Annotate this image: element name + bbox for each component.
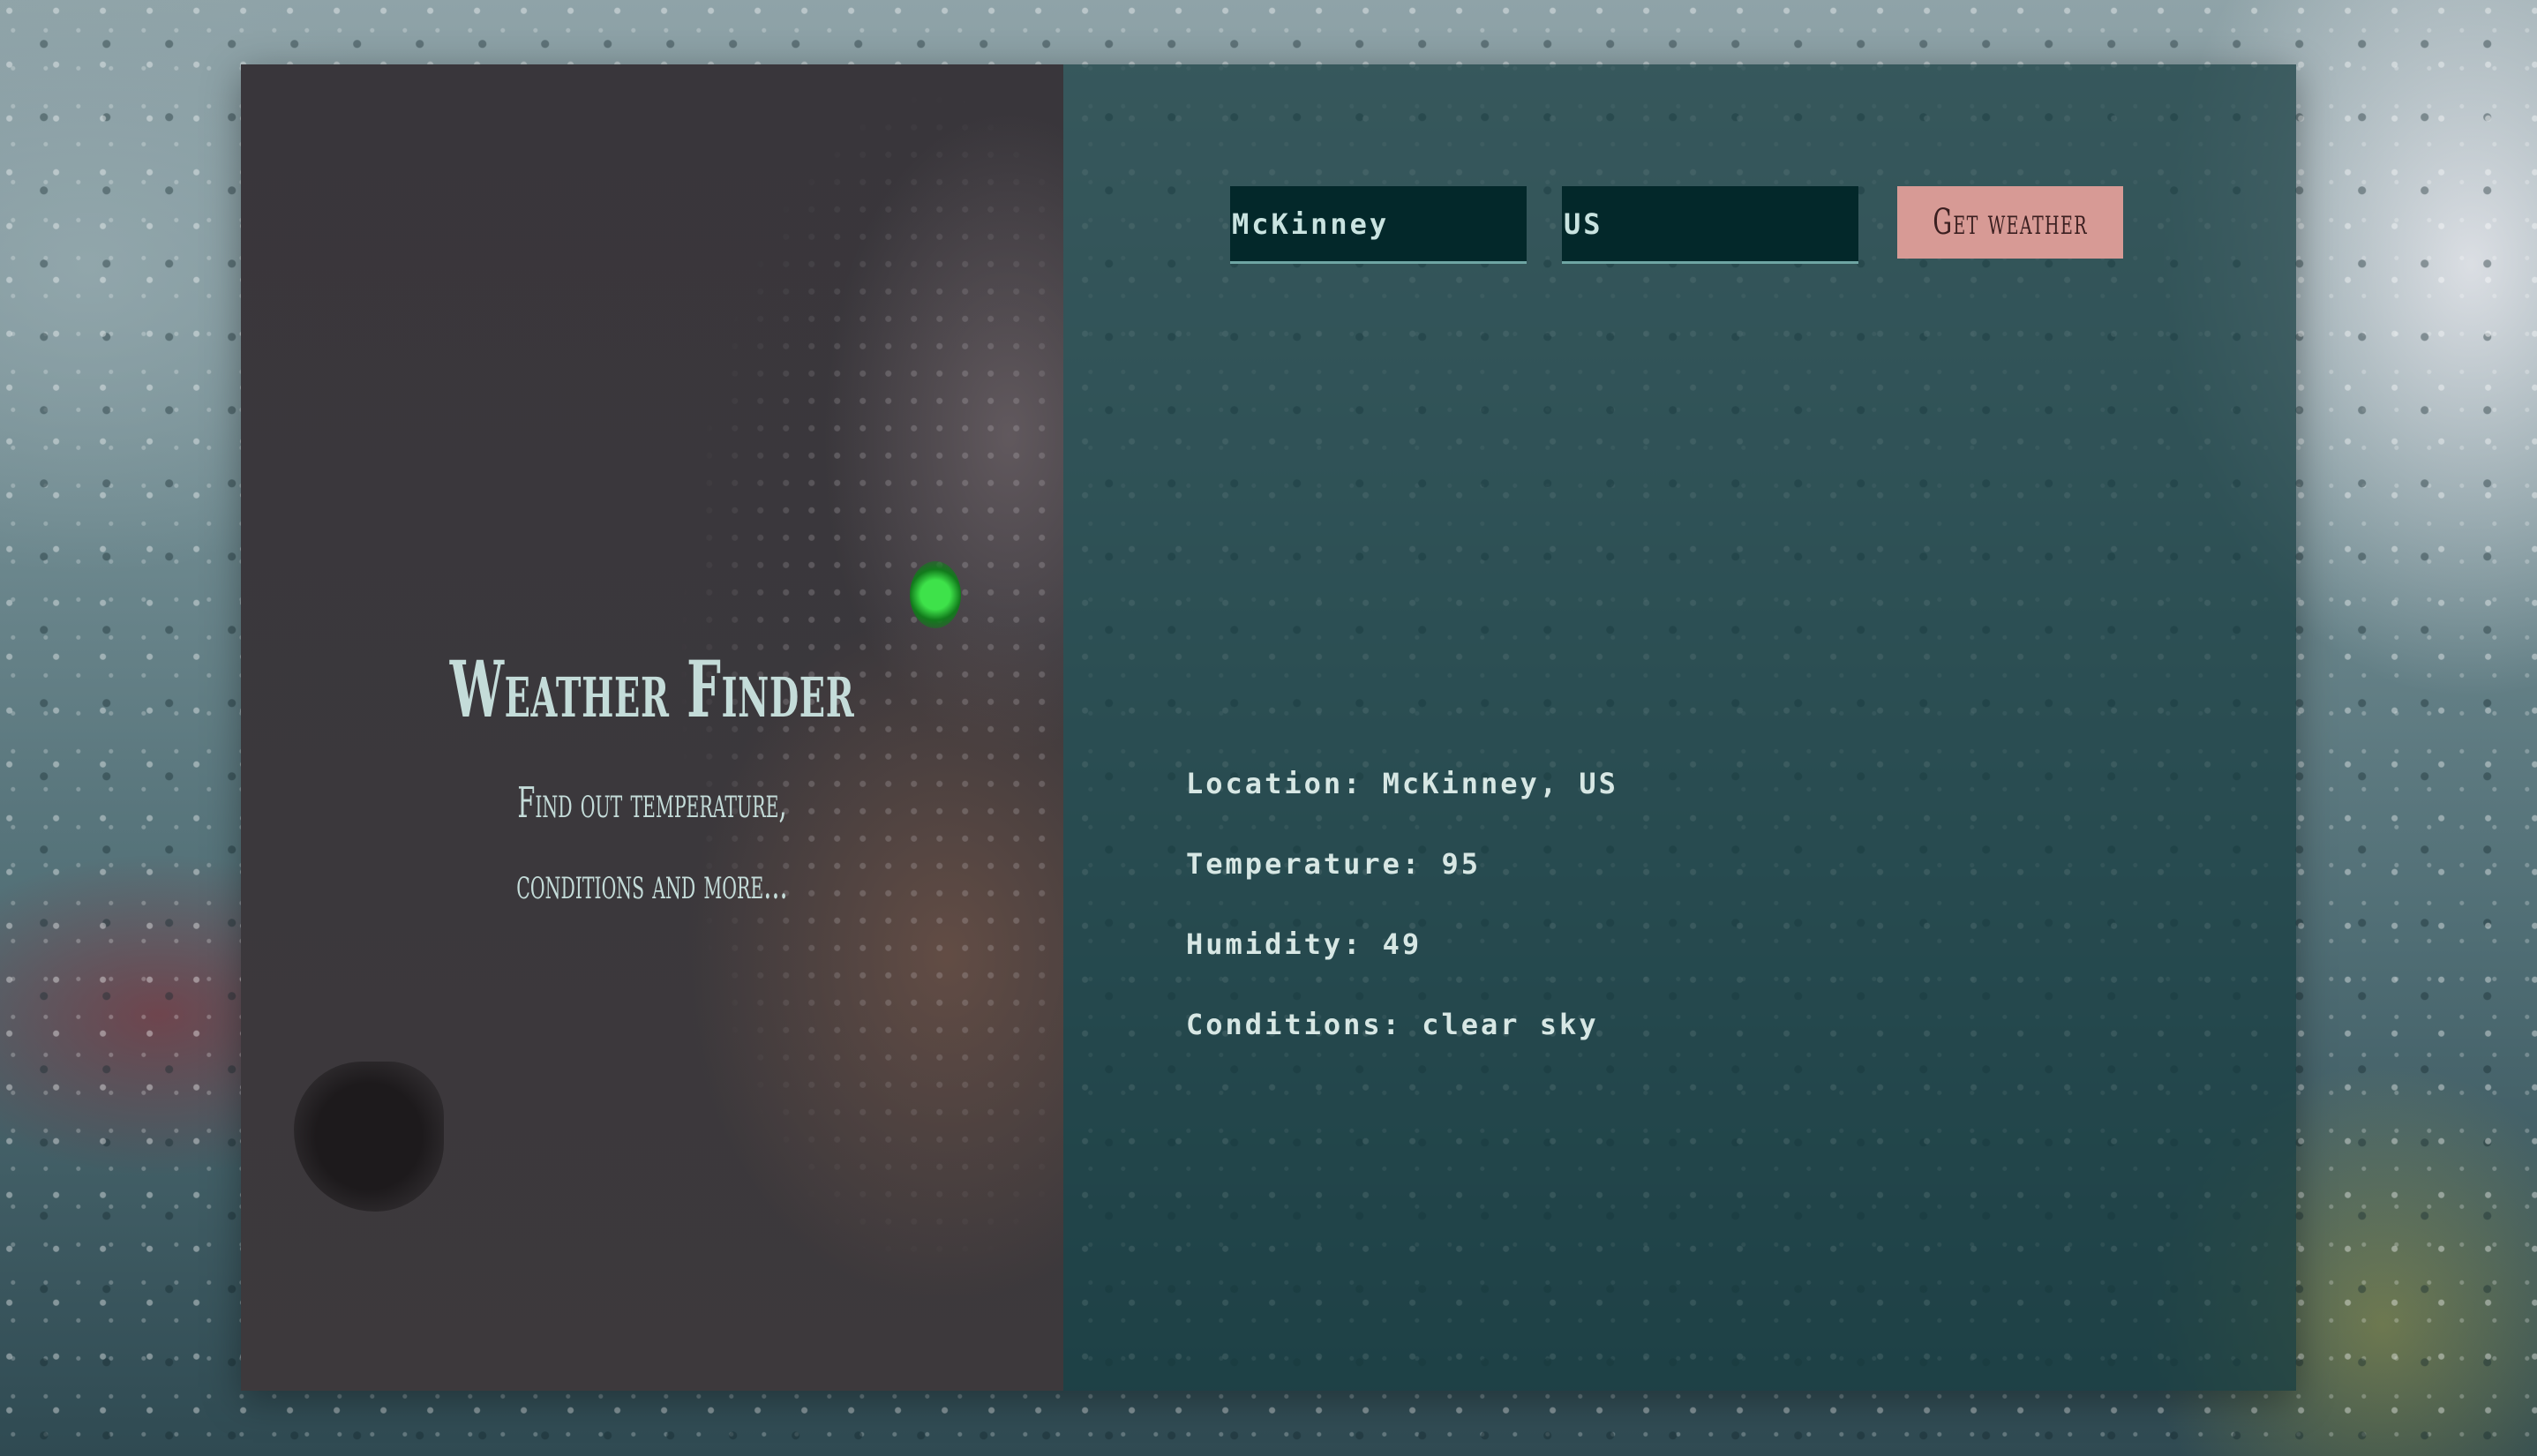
- location-result: Location: McKinney, US: [1186, 767, 1618, 800]
- weather-results: Location: McKinney, US Temperature: 95 H…: [1186, 744, 1618, 1065]
- brand-block: Weather Finder Find out temperature, con…: [241, 647, 1063, 925]
- page-title: Weather Finder: [449, 643, 855, 735]
- temperature-result: Temperature: 95: [1186, 847, 1481, 881]
- brand-panel: Weather Finder Find out temperature, con…: [241, 64, 1063, 1391]
- get-weather-button[interactable]: Get weather: [1897, 186, 2123, 259]
- get-weather-label: Get weather: [1933, 202, 2088, 243]
- country-input[interactable]: [1562, 186, 1858, 264]
- weather-form: Get weather: [1230, 186, 2123, 264]
- humidity-result: Humidity: 49: [1186, 927, 1422, 961]
- conditions-result: Conditions: clear sky: [1186, 1008, 1599, 1041]
- weather-card: Weather Finder Find out temperature, con…: [241, 64, 2296, 1391]
- wolf-eye-decoration: [910, 561, 961, 628]
- city-input[interactable]: [1230, 186, 1527, 264]
- page-subtitle: Find out temperature, conditions and mor…: [516, 777, 788, 909]
- form-panel: Get weather Location: McKinney, US Tempe…: [1063, 64, 2296, 1391]
